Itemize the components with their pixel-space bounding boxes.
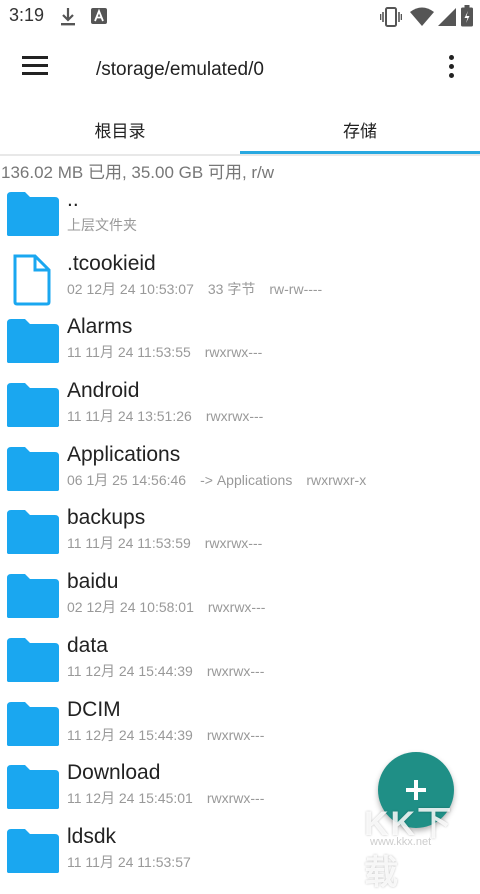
file-list-item[interactable]: data 11 12月 24 15:44:39 rwxrwx--- <box>0 631 480 695</box>
folder-icon <box>5 572 61 620</box>
file-meta: 02 12月 24 10:53:07 33 字节 rw-rw---- <box>67 279 336 299</box>
menu-button[interactable] <box>22 56 52 82</box>
folder-icon <box>5 636 61 684</box>
file-name: ldsdk <box>67 824 117 848</box>
battery-icon <box>461 5 473 27</box>
file-icon <box>5 254 61 306</box>
watermark-url: www.kkx.net <box>370 836 432 848</box>
wifi-icon <box>410 7 434 26</box>
file-meta: 02 12月 24 10:58:01 rwxrwx--- <box>67 597 279 617</box>
file-meta-field: rwxrwx--- <box>207 599 266 616</box>
file-meta: 11 11月 24 11:53:57 <box>67 852 205 872</box>
file-meta-field: rwxrwxr-x <box>306 471 367 488</box>
file-meta: 11 12月 24 15:44:39 rwxrwx--- <box>67 661 278 681</box>
file-list-item[interactable]: .. 上层文件夹 <box>0 185 480 249</box>
file-meta: 上层文件夹 <box>67 215 151 235</box>
folder-icon <box>5 827 61 875</box>
file-meta-field: 11 12月 24 15:44:39 <box>67 662 193 679</box>
folder-icon <box>5 445 61 493</box>
file-name: Download <box>67 761 161 785</box>
file-meta-field: 11 12月 24 15:45:01 <box>67 790 193 807</box>
tab-storage[interactable]: 存储 <box>240 104 480 154</box>
vibrate-icon <box>380 7 402 27</box>
file-meta-field: 33 字节 <box>207 280 256 297</box>
file-meta-field: rwxrwx--- <box>206 726 265 743</box>
file-list-item[interactable]: backups 11 11月 24 11:53:59 rwxrwx--- <box>0 503 480 567</box>
file-name: .tcookieid <box>67 251 156 275</box>
file-meta-field: 11 11月 24 13:51:26 <box>67 408 192 425</box>
folder-icon <box>5 508 61 556</box>
file-meta: 11 12月 24 15:45:01 rwxrwx--- <box>67 788 278 808</box>
file-name: baidu <box>67 570 119 594</box>
file-name: Alarms <box>67 315 133 339</box>
folder-icon <box>5 317 61 365</box>
file-meta: 11 11月 24 11:53:59 rwxrwx--- <box>67 533 276 553</box>
download-icon <box>61 8 75 26</box>
file-list-item[interactable]: .tcookieid 02 12月 24 10:53:07 33 字节 rw-rw--… <box>0 249 480 313</box>
status-time: 3:19 <box>9 5 45 25</box>
file-name: Android <box>67 379 140 403</box>
file-meta-field: 02 12月 24 10:53:07 <box>67 280 194 297</box>
file-meta-field: rwxrwx--- <box>205 408 264 425</box>
file-name: DCIM <box>67 697 121 721</box>
file-meta-field: 11 12月 24 15:44:39 <box>67 726 193 743</box>
file-meta-field: 06 1月 25 14:56:46 <box>67 471 187 488</box>
file-name: .. <box>67 188 79 211</box>
file-list-item[interactable]: Alarms 11 11月 24 11:53:55 rwxrwx--- <box>0 312 480 376</box>
folder-icon <box>5 763 61 811</box>
status-bar: 3:19 <box>0 0 480 34</box>
file-meta: 06 1月 25 14:56:46 -> Applications rwxrwxr-… <box>67 470 380 490</box>
file-meta: 11 11月 24 11:53:55 rwxrwx--- <box>67 342 276 362</box>
app-notification-icon <box>91 8 107 24</box>
file-meta-field: rwxrwx--- <box>206 662 265 679</box>
file-meta-field: 11 11月 24 11:53:57 <box>67 853 191 870</box>
file-name: data <box>67 633 108 657</box>
watermark: KK下载 www.kkx.net <box>360 796 480 892</box>
folder-icon <box>5 190 61 238</box>
divider <box>0 154 480 156</box>
path-title: /storage/emulated/0 <box>96 59 264 80</box>
file-meta-field: -> Applications <box>200 471 293 488</box>
storage-info: 136.02 MB 已用, 35.00 GB 可用, r/w <box>1 163 275 182</box>
file-meta-field: 02 12月 24 10:58:01 <box>67 599 194 616</box>
file-name: Applications <box>67 442 181 466</box>
folder-icon <box>5 700 61 748</box>
file-meta-field: rwxrwx--- <box>204 535 263 552</box>
more-options-icon[interactable] <box>444 55 458 85</box>
file-list-item[interactable]: Android 11 11月 24 13:51:26 rwxrwx--- <box>0 376 480 440</box>
file-meta-field: 11 11月 24 11:53:59 <box>67 535 191 552</box>
file-name: backups <box>67 506 146 530</box>
file-list-item[interactable]: Applications 06 1月 25 14:56:46 -> Applicat… <box>0 440 480 504</box>
file-meta-field: 上层文件夹 <box>67 217 137 233</box>
file-meta-field: 11 11月 24 11:53:55 <box>67 344 191 361</box>
file-meta: 11 12月 24 15:44:39 rwxrwx--- <box>67 725 278 745</box>
app-bar: /storage/emulated/0 <box>0 34 480 104</box>
file-meta-field: rwxrwx--- <box>206 790 265 807</box>
file-list-item[interactable]: DCIM 11 12月 24 15:44:39 rwxrwx--- <box>0 695 480 759</box>
tab-root[interactable]: 根目录 <box>0 104 240 154</box>
file-meta: 11 11月 24 13:51:26 rwxrwx--- <box>67 406 277 426</box>
file-list-item[interactable]: baidu 02 12月 24 10:58:01 rwxrwx--- <box>0 567 480 631</box>
folder-icon <box>5 381 61 429</box>
file-meta-field: rw-rw---- <box>269 280 323 297</box>
signal-icon <box>438 8 456 26</box>
file-meta-field: rwxrwx--- <box>204 344 263 361</box>
tab-bar: 根目录 存储 <box>0 104 480 155</box>
